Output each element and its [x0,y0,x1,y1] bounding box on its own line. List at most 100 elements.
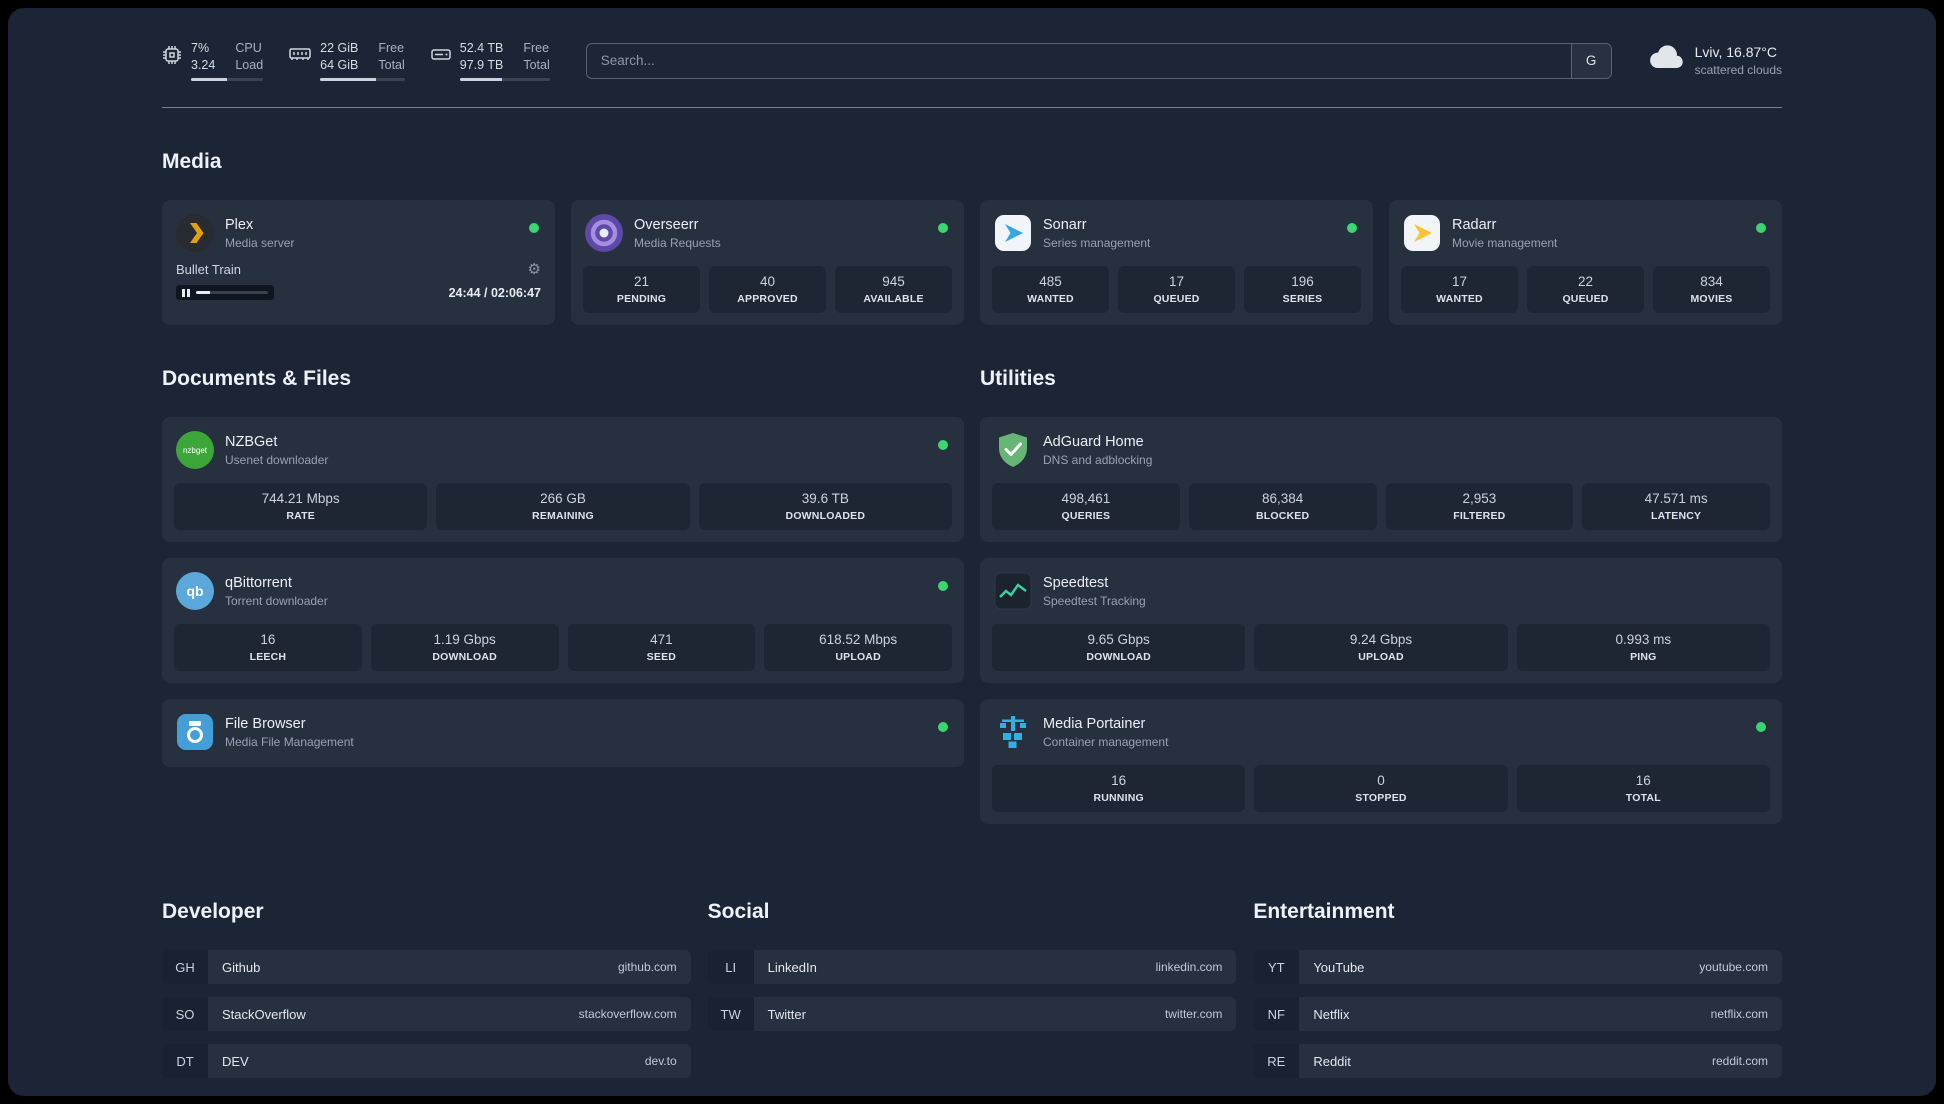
memory-free-label: Free [378,41,405,55]
status-dot [938,223,948,233]
stat-value: 744.21 Mbps [261,491,340,506]
service-card-filebrowser[interactable]: File Browser Media File Management [162,699,964,767]
stat-value: 485 [1039,274,1062,289]
stat-value: 196 [1291,274,1314,289]
status-dot [938,722,948,732]
stat-ping: 0.993 ms PING [1516,624,1770,671]
bookmark-linkedin[interactable]: LI LinkedIn linkedin.com [707,950,1237,984]
service-card-plex[interactable]: Plex Media server Bullet Train ⚙ 24:44 /… [162,200,555,325]
dashboard-panel: 7% 3.24 CPU Load 22 GiB 64 GiB Free Tota… [8,8,1936,1096]
bookmark-github[interactable]: GH Github github.com [162,950,691,984]
nzbget-icon: nzbget [176,431,214,469]
stat-seed: 471 SEED [567,624,756,671]
qbittorrent-icon: qb [176,572,214,610]
stat-value: 2,953 [1462,491,1497,506]
cpu-widget: 7% 3.24 CPU Load [162,40,264,81]
cpu-usage-value: 7% [191,41,210,55]
stat-value: 17 [1451,274,1468,289]
bookmark-dev[interactable]: DT DEV dev.to [162,1044,691,1078]
service-card-portainer[interactable]: Media Portainer Container management 16 … [980,699,1782,824]
bookmark-abbr: NF [1253,997,1300,1031]
bookmark-abbr: GH [162,950,208,984]
status-dot [938,581,948,591]
stat-label: REMAINING [532,510,594,522]
service-card-adguard[interactable]: AdGuard Home DNS and adblocking 498,461 … [980,417,1782,542]
stat-label: MOVIES [1690,293,1733,305]
cpu-load-label: Load [235,57,264,72]
bookmark-netflix[interactable]: NF Netflix netflix.com [1253,997,1782,1031]
bookmark-abbr: LI [707,950,754,984]
search-input[interactable] [586,43,1571,78]
stat-value: 22 [1577,274,1594,289]
service-subtitle: Movie management [1452,235,1558,250]
stat-value: 39.6 TB [801,491,849,506]
stat-value: 9.65 Gbps [1087,632,1150,647]
bookmark-domain: reddit.com [1711,1054,1768,1068]
stat-label: RATE [286,510,315,522]
status-dot [938,440,948,450]
top-bar: 7% 3.24 CPU Load 22 GiB 64 GiB Free Tota… [162,8,1782,81]
portainer-icon [994,713,1032,751]
section-heading-entertainment: Entertainment [1253,900,1395,923]
bookmark-reddit[interactable]: RE Reddit reddit.com [1253,1044,1782,1078]
service-card-overseerr[interactable]: Overseerr Media Requests 21 PENDING 40 A… [571,200,964,325]
service-card-radarr[interactable]: Radarr Movie management 17 WANTED 22 QUE… [1389,200,1782,325]
bookmark-twitter[interactable]: TW Twitter twitter.com [707,997,1237,1031]
memory-total-label: Total [378,57,405,72]
bookmark-stackoverflow[interactable]: SO StackOverflow stackoverflow.com [162,997,691,1031]
disk-widget: 52.4 TB 97.9 TB Free Total [431,40,550,81]
stat-queued: 22 QUEUED [1527,266,1644,313]
service-card-qbittorrent[interactable]: qb qBittorrent Torrent downloader 16 LEE… [162,558,964,683]
stat-value: 1.19 Gbps [433,632,496,647]
media-card-grid: Plex Media server Bullet Train ⚙ 24:44 /… [162,200,1782,325]
sonarr-icon [994,214,1032,252]
stat-latency: 47.571 ms LATENCY [1582,483,1770,530]
bookmark-domain: twitter.com [1164,1007,1223,1021]
bookmark-youtube[interactable]: YT YouTube youtube.com [1253,950,1782,984]
utilities-column: Utilities AdGuard Home DNS and adblockin… [980,325,1782,840]
service-card-sonarr[interactable]: Sonarr Series management 485 WANTED 17 Q… [980,200,1373,325]
stat-label: QUEUED [1153,293,1200,305]
search-bar: G [585,42,1612,79]
bookmark-domain: linkedin.com [1155,960,1223,974]
stat-stopped: 0 STOPPED [1254,765,1508,812]
service-name: Sonarr [1043,216,1087,233]
service-card-nzbget[interactable]: nzbget NZBGet Usenet downloader 744.21 M… [162,417,964,542]
memory-widget: 22 GiB 64 GiB Free Total [289,40,405,81]
service-subtitle: Media Requests [634,235,721,250]
stat-label: QUEUED [1562,293,1609,305]
stat-upload: 9.24 Gbps UPLOAD [1254,624,1508,671]
playback-time: 24:44 / 02:06:47 [448,285,541,300]
service-name: Radarr [1452,216,1497,233]
stat-wanted: 17 WANTED [1401,266,1518,313]
section-heading-documents: Documents & Files [162,367,352,390]
stat-label: WANTED [1027,293,1074,305]
memory-progress-bar [320,78,405,81]
bookmark-name: YouTube [1313,959,1365,975]
service-subtitle: Media File Management [225,734,354,749]
filebrowser-icon [176,713,214,751]
service-subtitle: Speedtest Tracking [1043,593,1146,608]
stat-label: BLOCKED [1255,510,1310,522]
two-column-area: Documents & Files nzbget NZBGet Usenet d… [162,325,1782,840]
search-provider-button[interactable]: G [1570,43,1611,78]
memory-free-value: 22 GiB [320,41,359,55]
cloud-icon [1648,45,1684,76]
stat-download: 1.19 Gbps DOWNLOAD [370,624,559,671]
stat-value: 9.24 Gbps [1349,632,1413,647]
stat-label: STOPPED [1355,792,1407,804]
service-card-speedtest[interactable]: Speedtest Speedtest Tracking 9.65 Gbps D… [980,558,1782,683]
stat-rate: 744.21 Mbps RATE [174,483,428,530]
stat-wanted: 485 WANTED [992,266,1109,313]
playback-progress-bar[interactable] [176,285,274,300]
bookmark-abbr: RE [1253,1044,1300,1078]
stat-upload: 618.52 Mbps UPLOAD [764,624,952,671]
stat-label: APPROVED [737,293,798,305]
service-subtitle: DNS and adblocking [1043,452,1153,467]
bookmarks-area: Developer GH Github github.com SO StackO… [162,858,1782,1091]
gear-icon[interactable]: ⚙ [528,262,541,277]
bookmark-name: Twitter [767,1006,806,1022]
service-subtitle: Usenet downloader [225,452,329,467]
stat-value: 0.993 ms [1615,632,1672,647]
stat-label: DOWNLOADED [785,510,866,522]
